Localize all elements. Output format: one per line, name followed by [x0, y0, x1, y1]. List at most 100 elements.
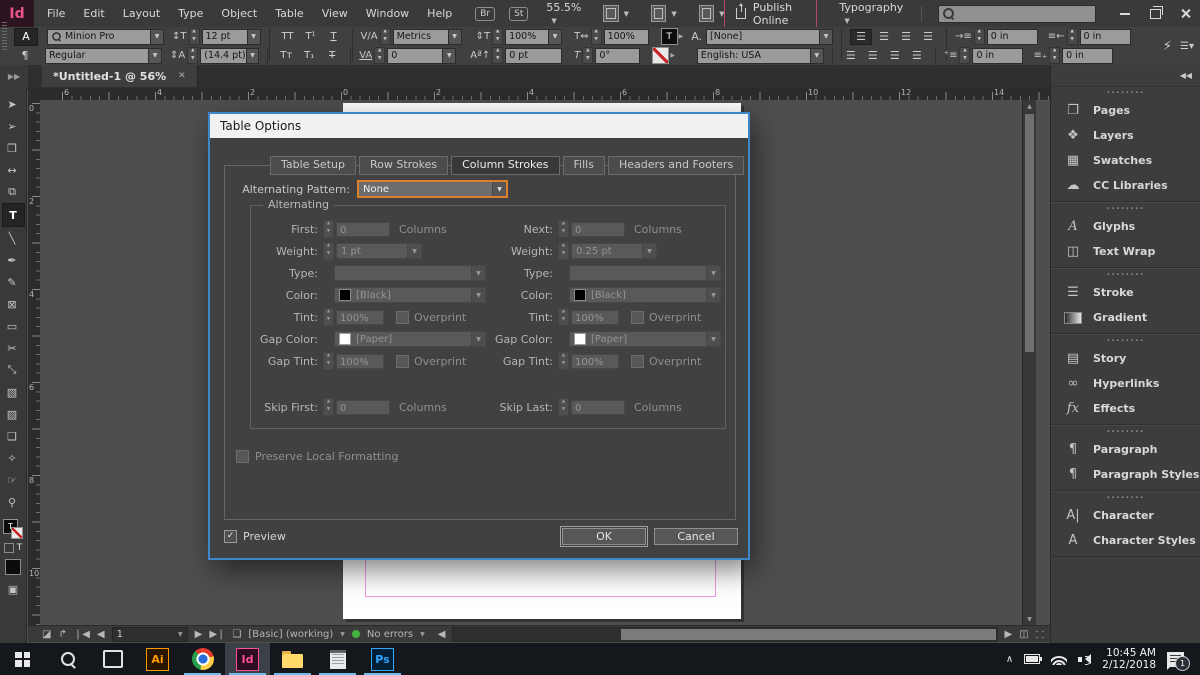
paragraph-formatting-button[interactable]: ¶	[14, 48, 36, 64]
panel-group-handle[interactable]: ∙∙∙∙∙∙∙∙	[1051, 426, 1200, 437]
baseline-shift-field[interactable]: 0 pt	[505, 48, 562, 64]
tray-chevron-icon[interactable]: ∧	[1006, 654, 1013, 665]
flyout-icon[interactable]: ▶	[670, 52, 675, 59]
underline-button[interactable]: T	[324, 29, 344, 44]
last-line-indent-field[interactable]: 0 in	[1062, 48, 1113, 64]
dialog-tab-table-setup[interactable]: Table Setup	[270, 156, 356, 175]
taskbar-chrome-button[interactable]	[180, 643, 225, 675]
fill-stroke-controls[interactable]: T	[3, 519, 23, 539]
flyout-icon[interactable]: ▶	[679, 33, 684, 40]
chevron-down-icon[interactable]: ▼	[624, 10, 629, 18]
close-button[interactable]	[1170, 0, 1200, 27]
vertical-scale-select[interactable]: 100%▼	[505, 29, 562, 45]
dialog-title-bar[interactable]: Table Options	[210, 114, 748, 138]
kerning-stepper[interactable]: ▲▼	[380, 28, 391, 45]
scroll-right-icon[interactable]: ▶	[1005, 629, 1013, 640]
panel-item-story[interactable]: ▤Story	[1051, 346, 1200, 371]
taskbar-search-button[interactable]	[45, 643, 90, 675]
hand-tool[interactable]: ☞	[2, 469, 23, 491]
preflight-profile[interactable]: [Basic] (working)	[248, 629, 333, 640]
overprint-checkbox[interactable]	[631, 311, 644, 324]
panel-item-effects[interactable]: fxEffects	[1051, 396, 1200, 421]
gap-tint-stepper[interactable]: ▲▼	[558, 352, 569, 370]
tracking-stepper[interactable]: ▲▼	[374, 47, 385, 64]
eyedropper-tool[interactable]: ✧	[2, 447, 23, 469]
chevron-down-icon[interactable]: ▼	[671, 10, 676, 18]
stroke-swatch[interactable]: T	[652, 47, 669, 64]
direct-selection-tool[interactable]: ➢	[2, 115, 23, 137]
taskbar-document-app-button[interactable]	[315, 643, 360, 675]
gap-tool[interactable]: ↔	[2, 159, 23, 181]
clock[interactable]: 10:45 AM 2/12/2018	[1102, 647, 1156, 671]
justify-right-button[interactable]: ☰	[863, 49, 883, 63]
right-indent-field[interactable]: 0 in	[1080, 29, 1131, 45]
vertical-scrollbar[interactable]: ▲ ▼	[1022, 100, 1036, 625]
scroll-down-icon[interactable]: ▼	[1023, 613, 1036, 625]
font-style-select[interactable]: Regular▼	[45, 48, 162, 64]
panel-item-pages[interactable]: ❐Pages	[1051, 98, 1200, 123]
page-number-select[interactable]: 1▼	[112, 627, 188, 642]
tint-field[interactable]: 100%	[336, 310, 384, 325]
panel-item-text-wrap[interactable]: ◫Text Wrap	[1051, 239, 1200, 264]
small-caps-button[interactable]: Tᴛ	[276, 48, 296, 63]
skew-stepper[interactable]: ▲▼	[582, 47, 593, 64]
zoom-level-select[interactable]: 55.5%▼	[546, 1, 581, 27]
color-select[interactable]: [Black]▼	[334, 287, 486, 303]
preserve-local-formatting-checkbox[interactable]	[236, 450, 249, 463]
battery-icon[interactable]	[1024, 654, 1040, 664]
tint-field[interactable]: 100%	[571, 310, 619, 325]
preview-checkbox[interactable]: ✓	[224, 530, 237, 543]
menu-item-layout[interactable]: Layout	[114, 7, 169, 20]
first-line-indent-field[interactable]: 0 in	[972, 48, 1023, 64]
next-field[interactable]: 0	[571, 222, 625, 237]
selection-tool[interactable]: ➤	[2, 93, 23, 115]
horizontal-scale-stepper[interactable]: ▲▼	[591, 28, 602, 45]
panel-group-handle[interactable]: ∙∙∙∙∙∙∙∙	[1051, 492, 1200, 503]
first-field[interactable]: 0	[336, 222, 390, 237]
scroll-left-icon[interactable]: ◀	[438, 629, 446, 640]
frame-tool[interactable]: ⊠	[2, 293, 23, 315]
scrollbar-thumb[interactable]	[621, 629, 996, 640]
wifi-icon[interactable]	[1051, 654, 1067, 665]
chevron-down-icon[interactable]: ▼	[420, 631, 425, 638]
kerning-select[interactable]: Metrics▼	[393, 29, 462, 45]
skip-first-field[interactable]: 0	[336, 400, 390, 415]
justify-full-button[interactable]: ☰	[907, 49, 927, 63]
document-tab[interactable]: *Untitled-1 @ 56% ✕	[42, 65, 198, 87]
panel-item-character[interactable]: A|Character	[1051, 503, 1200, 528]
fill-swatch[interactable]: T	[661, 28, 678, 45]
justify-left-button[interactable]: ☰	[918, 30, 938, 44]
font-size-select[interactable]: 12 pt▼	[202, 29, 261, 45]
first-stepper[interactable]: ▲▼	[323, 220, 334, 238]
screen-mode-button[interactable]: ▣	[8, 583, 18, 596]
dialog-tab-column-strokes[interactable]: Column Strokes	[451, 156, 559, 175]
quick-apply-icon[interactable]: ⚡	[1163, 39, 1172, 54]
dialog-tab-headers-and-footers[interactable]: Headers and Footers	[608, 156, 744, 175]
alternating-pattern-select[interactable]: None ▼	[357, 180, 508, 198]
panel-group-handle[interactable]: ∙∙∙∙∙∙∙∙	[1051, 203, 1200, 214]
ok-button[interactable]: OK	[562, 528, 646, 545]
stroke-type-select[interactable]: ▼	[334, 265, 486, 281]
stock-button[interactable]: St	[509, 7, 528, 21]
taskbar-photoshop[interactable]: Ps	[360, 643, 405, 675]
align-center-button[interactable]: ☰	[874, 30, 894, 44]
bridge-button[interactable]: Br	[475, 7, 495, 21]
line-tool[interactable]: ╲	[2, 227, 23, 249]
overprint-checkbox[interactable]	[396, 311, 409, 324]
weight-select[interactable]: 1 pt▼	[336, 243, 422, 259]
horizontal-scale-field[interactable]: 100%	[604, 29, 649, 45]
dialog-tab-row-strokes[interactable]: Row Strokes	[359, 156, 448, 175]
skip-first-stepper[interactable]: ▲▼	[323, 398, 334, 416]
first-page-button[interactable]: ❘◀	[74, 629, 90, 640]
gap-color-select[interactable]: [Paper]▼	[334, 331, 486, 347]
menu-item-edit[interactable]: Edit	[74, 7, 113, 20]
taskbar-start-button[interactable]	[0, 643, 45, 675]
stroke-swatch[interactable]	[11, 527, 23, 539]
workspace-select[interactable]: Typography▼	[839, 1, 903, 27]
gradient-tool[interactable]: ▧	[2, 381, 23, 403]
panel-item-hyperlinks[interactable]: ∞Hyperlinks	[1051, 371, 1200, 396]
justify-all-button[interactable]: ☰	[885, 49, 905, 63]
pencil-tool[interactable]: ✎	[2, 271, 23, 293]
text-toggle-icon[interactable]: T	[17, 543, 23, 553]
scrollbar-thumb[interactable]	[1025, 114, 1034, 352]
